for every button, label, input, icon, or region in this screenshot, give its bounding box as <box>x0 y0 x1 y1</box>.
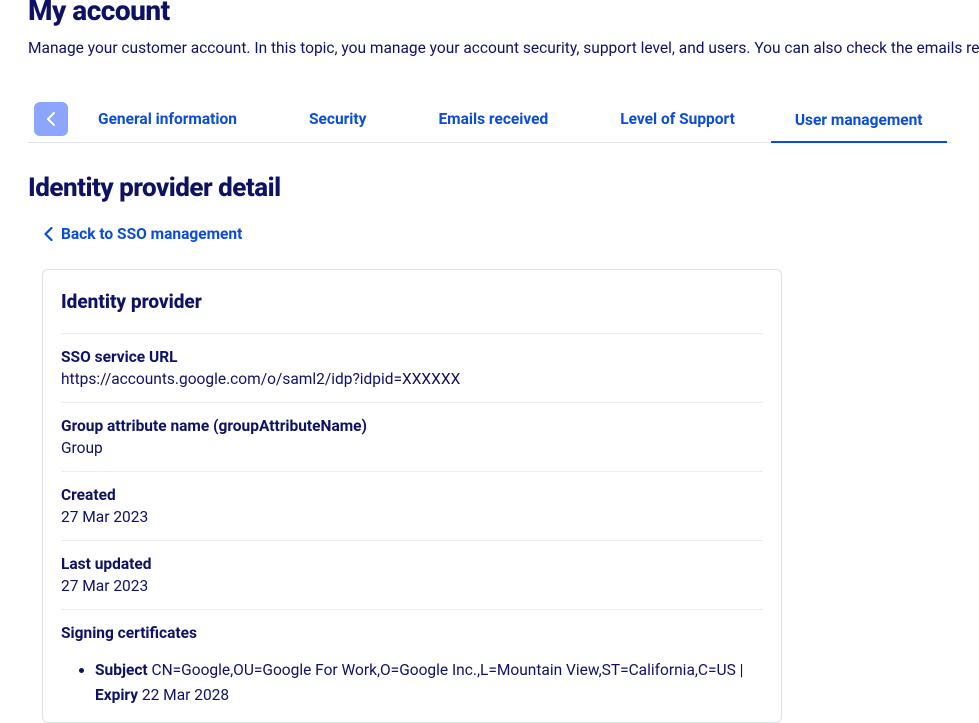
cert-expiry-value: 22 Mar 2028 <box>142 686 229 704</box>
section-title: Identity provider detail <box>28 173 951 203</box>
tab-general-information[interactable]: General information <box>98 96 273 142</box>
back-link-label: Back to SSO management <box>61 225 242 243</box>
field-value: Group <box>61 439 763 457</box>
page-title: My account <box>28 0 951 27</box>
cert-item: Subject CN=Google,OU=Google For Work,O=G… <box>95 658 763 708</box>
cert-subject-value-text: CN=Google,OU=Google For Work,O=Google In… <box>152 661 744 679</box>
page-description: Manage your customer account. In this to… <box>28 37 951 60</box>
field-label: SSO service URL <box>61 348 763 366</box>
field-value: 27 Mar 2023 <box>61 577 763 595</box>
field-label: Group attribute name (groupAttributeName… <box>61 417 763 435</box>
chevron-left-icon <box>46 112 56 126</box>
tab-level-of-support[interactable]: Level of Support <box>584 96 771 142</box>
field-value: https://accounts.google.com/o/saml2/idp?… <box>61 370 763 388</box>
field-group-attribute: Group attribute name (groupAttributeName… <box>61 402 763 471</box>
back-to-sso-link[interactable]: Back to SSO management <box>44 225 242 243</box>
cert-list: Subject CN=Google,OU=Google For Work,O=G… <box>61 658 763 708</box>
field-value: 27 Mar 2023 <box>61 508 763 526</box>
cert-subject-label: Subject <box>95 661 148 679</box>
tab-emails-received[interactable]: Emails received <box>402 96 584 142</box>
field-sso-url: SSO service URL https://accounts.google.… <box>61 333 763 402</box>
field-label: Last updated <box>61 555 763 573</box>
tabs-row: General information Security Emails rece… <box>28 96 951 143</box>
field-label: Created <box>61 486 763 504</box>
card-title: Identity provider <box>43 270 781 333</box>
tabs-back-button[interactable] <box>34 102 68 136</box>
field-label: Signing certificates <box>61 624 763 642</box>
field-signing-certificates: Signing certificates Subject CN=Google,O… <box>61 609 763 722</box>
field-last-updated: Last updated 27 Mar 2023 <box>61 540 763 609</box>
chevron-left-icon <box>44 227 53 241</box>
cert-expiry-label: Expiry <box>95 686 138 704</box>
tab-security[interactable]: Security <box>273 96 403 142</box>
field-created: Created 27 Mar 2023 <box>61 471 763 540</box>
identity-provider-card: Identity provider SSO service URL https:… <box>42 269 782 723</box>
tab-user-management[interactable]: User management <box>771 97 947 143</box>
